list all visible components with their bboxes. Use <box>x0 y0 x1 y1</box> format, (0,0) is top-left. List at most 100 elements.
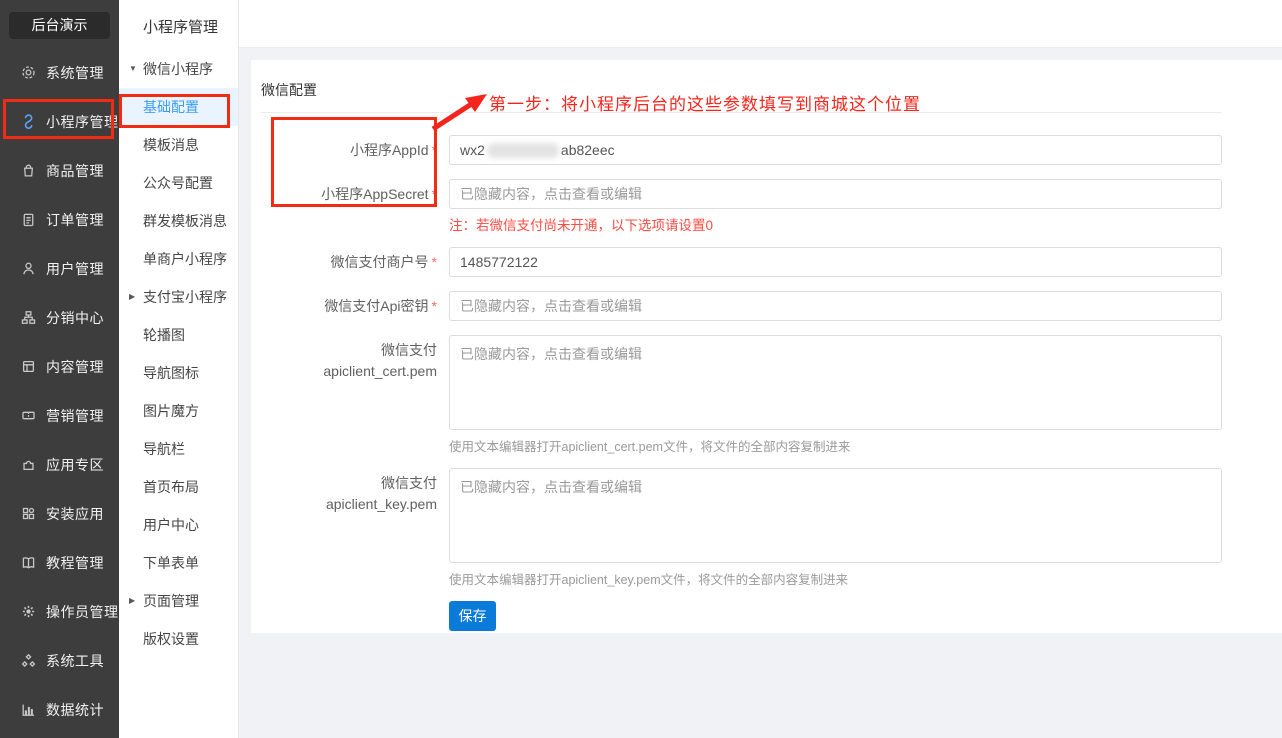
submenu-item-carousel[interactable]: 轮播图 <box>119 316 238 354</box>
submenu-item-order-form[interactable]: 下单表单 <box>119 544 238 582</box>
form-row-key: 微信支付 apiclient_key.pem 已隐藏内容，点击查看或编辑 <box>261 468 1222 563</box>
cert-help-text: 使用文本编辑器打开apiclient_cert.pem文件，将文件的全部内容复制… <box>449 440 851 454</box>
top-bar <box>239 0 1282 48</box>
wechat-config-card: 微信配置 第一步：将小程序后台的这些参数填写到商城这个位置 小程序AppId* <box>251 60 1282 633</box>
submenu-item-page-management[interactable]: ▶ 页面管理 <box>119 582 238 620</box>
apikey-label: 微信支付Api密钥 * <box>324 298 437 314</box>
required-mark: * <box>431 142 437 158</box>
submenu-item-wechat-miniprogram[interactable]: ▼ 微信小程序 <box>119 50 238 88</box>
submenu-item-label: 轮播图 <box>143 327 185 343</box>
appid-value-suffix: ab82eec <box>560 142 615 158</box>
sidebar-item-install[interactable]: 安装应用 <box>0 489 119 538</box>
wechat-pay-note: 注：若微信支付尚未开通，以下选项请设置0 <box>449 218 714 233</box>
sidebar-item-miniprogram[interactable]: 小程序管理 <box>0 97 119 146</box>
main-area: 微信配置 第一步：将小程序后台的这些参数填写到商城这个位置 小程序AppId* <box>239 0 1282 738</box>
sidebar-item-label: 内容管理 <box>46 358 104 375</box>
app-window: 后台演示 系统管理 小程序管理 商品管理 订单管理 用户管理 分销中心 内容管理… <box>0 0 1282 738</box>
brand-badge: 后台演示 <box>9 12 110 39</box>
required-mark: * <box>431 254 437 270</box>
sidebar-item-marketing[interactable]: 营销管理 <box>0 391 119 440</box>
sidebar-item-users[interactable]: 用户管理 <box>0 244 119 293</box>
blurred-text <box>486 142 559 158</box>
sidebar-item-system[interactable]: 系统管理 <box>0 48 119 97</box>
submenu-item-label: 页面管理 <box>143 593 199 609</box>
required-mark: * <box>431 298 437 314</box>
sidebar-item-label: 系统工具 <box>46 652 104 669</box>
content-area: 微信配置 第一步：将小程序后台的这些参数填写到商城这个位置 小程序AppId* <box>239 48 1282 738</box>
sidebar-item-label: 教程管理 <box>46 554 104 571</box>
sidebar-item-statistics[interactable]: 数据统计 <box>0 685 119 734</box>
gear-icon <box>20 64 37 81</box>
chevron-right-icon: ▶ <box>129 596 136 605</box>
form-row-cert: 微信支付 apiclient_cert.pem 已隐藏内容，点击查看或编辑 <box>261 335 1222 430</box>
submenu-item-official-account[interactable]: 公众号配置 <box>119 164 238 202</box>
submenu-item-label: 图片魔方 <box>143 403 199 419</box>
submenu-item-alipay-miniprogram[interactable]: ▶ 支付宝小程序 <box>119 278 238 316</box>
submenu-item-label: 导航栏 <box>143 441 185 457</box>
chevron-right-icon: ▶ <box>129 292 136 301</box>
sidebar-item-label: 系统管理 <box>46 64 104 81</box>
sidebar-item-operators[interactable]: 操作员管理 <box>0 587 119 636</box>
submenu-item-home-layout[interactable]: 首页布局 <box>119 468 238 506</box>
appsecret-input[interactable]: 已隐藏内容，点击查看或编辑 <box>449 179 1222 209</box>
sidebar-item-tools[interactable]: 系统工具 <box>0 636 119 685</box>
key-textarea[interactable]: 已隐藏内容，点击查看或编辑 <box>449 468 1222 563</box>
key-help-text: 使用文本编辑器打开apiclient_key.pem文件，将文件的全部内容复制进… <box>449 573 849 587</box>
submenu-item-label: 模板消息 <box>143 137 199 153</box>
appid-value-prefix: wx2 <box>460 142 485 158</box>
appid-input[interactable]: wx2 ab82eec <box>449 135 1222 165</box>
user-icon <box>20 260 37 277</box>
submenu-item-label: 支付宝小程序 <box>143 289 227 305</box>
submenu-item-label: 公众号配置 <box>143 175 213 191</box>
tools-icon <box>20 652 37 669</box>
submenu-item-single-merchant[interactable]: 单商户小程序 <box>119 240 238 278</box>
submenu-item-label: 版权设置 <box>143 631 199 647</box>
sidebar-item-appzone[interactable]: 应用专区 <box>0 440 119 489</box>
required-mark: * <box>431 186 437 202</box>
apikey-input[interactable]: 已隐藏内容，点击查看或编辑 <box>449 291 1222 321</box>
sidebar-item-label: 商品管理 <box>46 162 104 179</box>
submenu-item-label: 微信小程序 <box>143 61 213 77</box>
sidebar-item-distribution[interactable]: 分销中心 <box>0 293 119 342</box>
ticket-icon <box>20 407 37 424</box>
submenu-item-basic-config[interactable]: 基础配置 <box>119 88 238 128</box>
bag-icon <box>20 162 37 179</box>
submenu-item-nav-icons[interactable]: 导航图标 <box>119 354 238 392</box>
annotation-arrow-icon <box>431 94 487 132</box>
sidebar-item-label: 用户管理 <box>46 260 104 277</box>
submenu-item-label: 用户中心 <box>143 517 199 533</box>
hidden-value-text: 已隐藏内容，点击查看或编辑 <box>460 186 642 202</box>
sidebar-item-label: 安装应用 <box>46 505 104 522</box>
sidebar-item-tutorial[interactable]: 教程管理 <box>0 538 119 587</box>
sidebar-item-label: 应用专区 <box>46 456 104 473</box>
appid-label: 小程序AppId * <box>349 142 437 158</box>
submenu-item-user-center[interactable]: 用户中心 <box>119 506 238 544</box>
submenu-item-copyright[interactable]: 版权设置 <box>119 620 238 658</box>
chevron-down-icon: ▼ <box>129 64 137 73</box>
submenu-item-label: 导航图标 <box>143 365 199 381</box>
wechat-config-form: 小程序AppId * wx2 ab82eec 小程序AppSecret * 已隐藏内容… <box>261 135 1222 631</box>
sidebar-item-orders[interactable]: 订单管理 <box>0 195 119 244</box>
hidden-value-text: 已隐藏内容，点击查看或编辑 <box>460 298 642 314</box>
hidden-value-text: 已隐藏内容，点击查看或编辑 <box>460 479 642 495</box>
mchid-label: 微信支付商户号 * <box>330 254 437 270</box>
sidebar-item-content[interactable]: 内容管理 <box>0 342 119 391</box>
submenu-item-image-cube[interactable]: 图片魔方 <box>119 392 238 430</box>
submenu-item-mass-template[interactable]: 群发模板消息 <box>119 202 238 240</box>
annotation-step-text: 第一步：将小程序后台的这些参数填写到商城这个位置 <box>489 95 921 114</box>
sidebar-item-label: 营销管理 <box>46 407 104 424</box>
book-icon <box>20 554 37 571</box>
sidebar-item-goods[interactable]: 商品管理 <box>0 146 119 195</box>
form-row-appid: 小程序AppId * wx2 ab82eec <box>261 135 1222 165</box>
submenu-item-label: 首页布局 <box>143 479 199 495</box>
puzzle-icon <box>20 456 37 473</box>
save-button[interactable]: 保存 <box>449 601 496 631</box>
submenu-item-nav-bar[interactable]: 导航栏 <box>119 430 238 468</box>
sidebar-item-label: 小程序管理 <box>46 113 119 130</box>
submenu-item-template-message[interactable]: 模板消息 <box>119 126 238 164</box>
chart-icon <box>20 701 37 718</box>
content-icon <box>20 358 37 375</box>
cert-textarea[interactable]: 已隐藏内容，点击查看或编辑 <box>449 335 1222 430</box>
mchid-input[interactable]: 1485772122 <box>449 247 1222 277</box>
form-row-mchid: 微信支付商户号 * 1485772122 <box>261 247 1222 277</box>
